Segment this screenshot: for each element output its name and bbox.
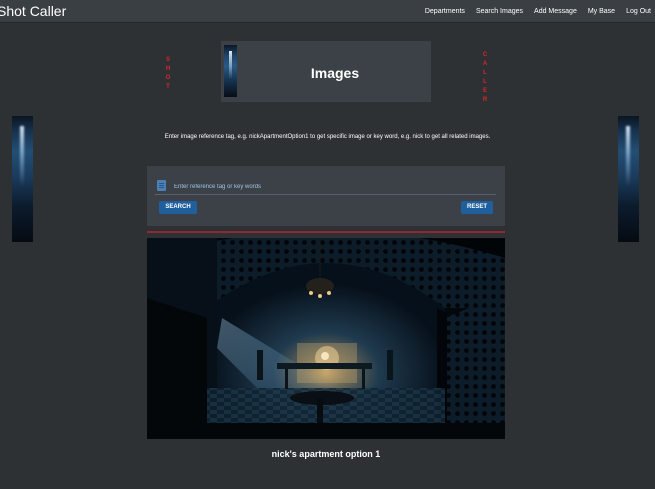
search-field-row <box>155 179 496 195</box>
vertical-letter: S <box>165 57 170 63</box>
brand-logo[interactable]: Shot Caller <box>0 1 66 21</box>
vertical-letter: E <box>482 88 487 94</box>
vertical-letter: L <box>483 79 487 85</box>
vertical-word-caller: C A L L E R <box>481 51 489 105</box>
vertical-letter: L <box>483 70 487 76</box>
search-button[interactable]: SEARCH <box>159 201 197 214</box>
result-image[interactable] <box>147 238 505 439</box>
navbar: Shot Caller Departments Search Images Ad… <box>0 0 655 23</box>
vertical-letter: O <box>165 75 171 81</box>
right-decorative-image <box>618 116 639 242</box>
nav-search-images[interactable]: Search Images <box>476 8 523 15</box>
document-icon <box>157 180 166 191</box>
apartment-scene-image <box>147 238 505 439</box>
nav-add-message[interactable]: Add Message <box>534 8 577 15</box>
vertical-word-shot: S H O T <box>164 56 172 92</box>
nav-departments[interactable]: Departments <box>425 8 465 15</box>
page-title: Images <box>310 65 360 81</box>
search-input[interactable] <box>174 181 494 193</box>
vertical-letter: R <box>482 97 488 103</box>
search-instructions: Enter image reference tag, e.g. nickApar… <box>164 134 491 140</box>
result-caption: nick's apartment option 1 <box>271 449 381 459</box>
search-panel: SEARCH RESET <box>147 166 505 226</box>
vertical-letter: H <box>165 66 171 72</box>
divider <box>147 231 505 233</box>
reset-button[interactable]: RESET <box>461 201 493 214</box>
left-decorative-image <box>12 116 33 242</box>
vertical-letter: A <box>482 61 488 67</box>
page-header: Images <box>221 41 431 102</box>
nav-my-base[interactable]: My Base <box>588 8 615 15</box>
vertical-letter: C <box>482 52 488 58</box>
vertical-letter: T <box>166 84 170 90</box>
nav-links: Departments Search Images Add Message My… <box>414 0 651 22</box>
nav-log-out[interactable]: Log Out <box>626 8 651 15</box>
